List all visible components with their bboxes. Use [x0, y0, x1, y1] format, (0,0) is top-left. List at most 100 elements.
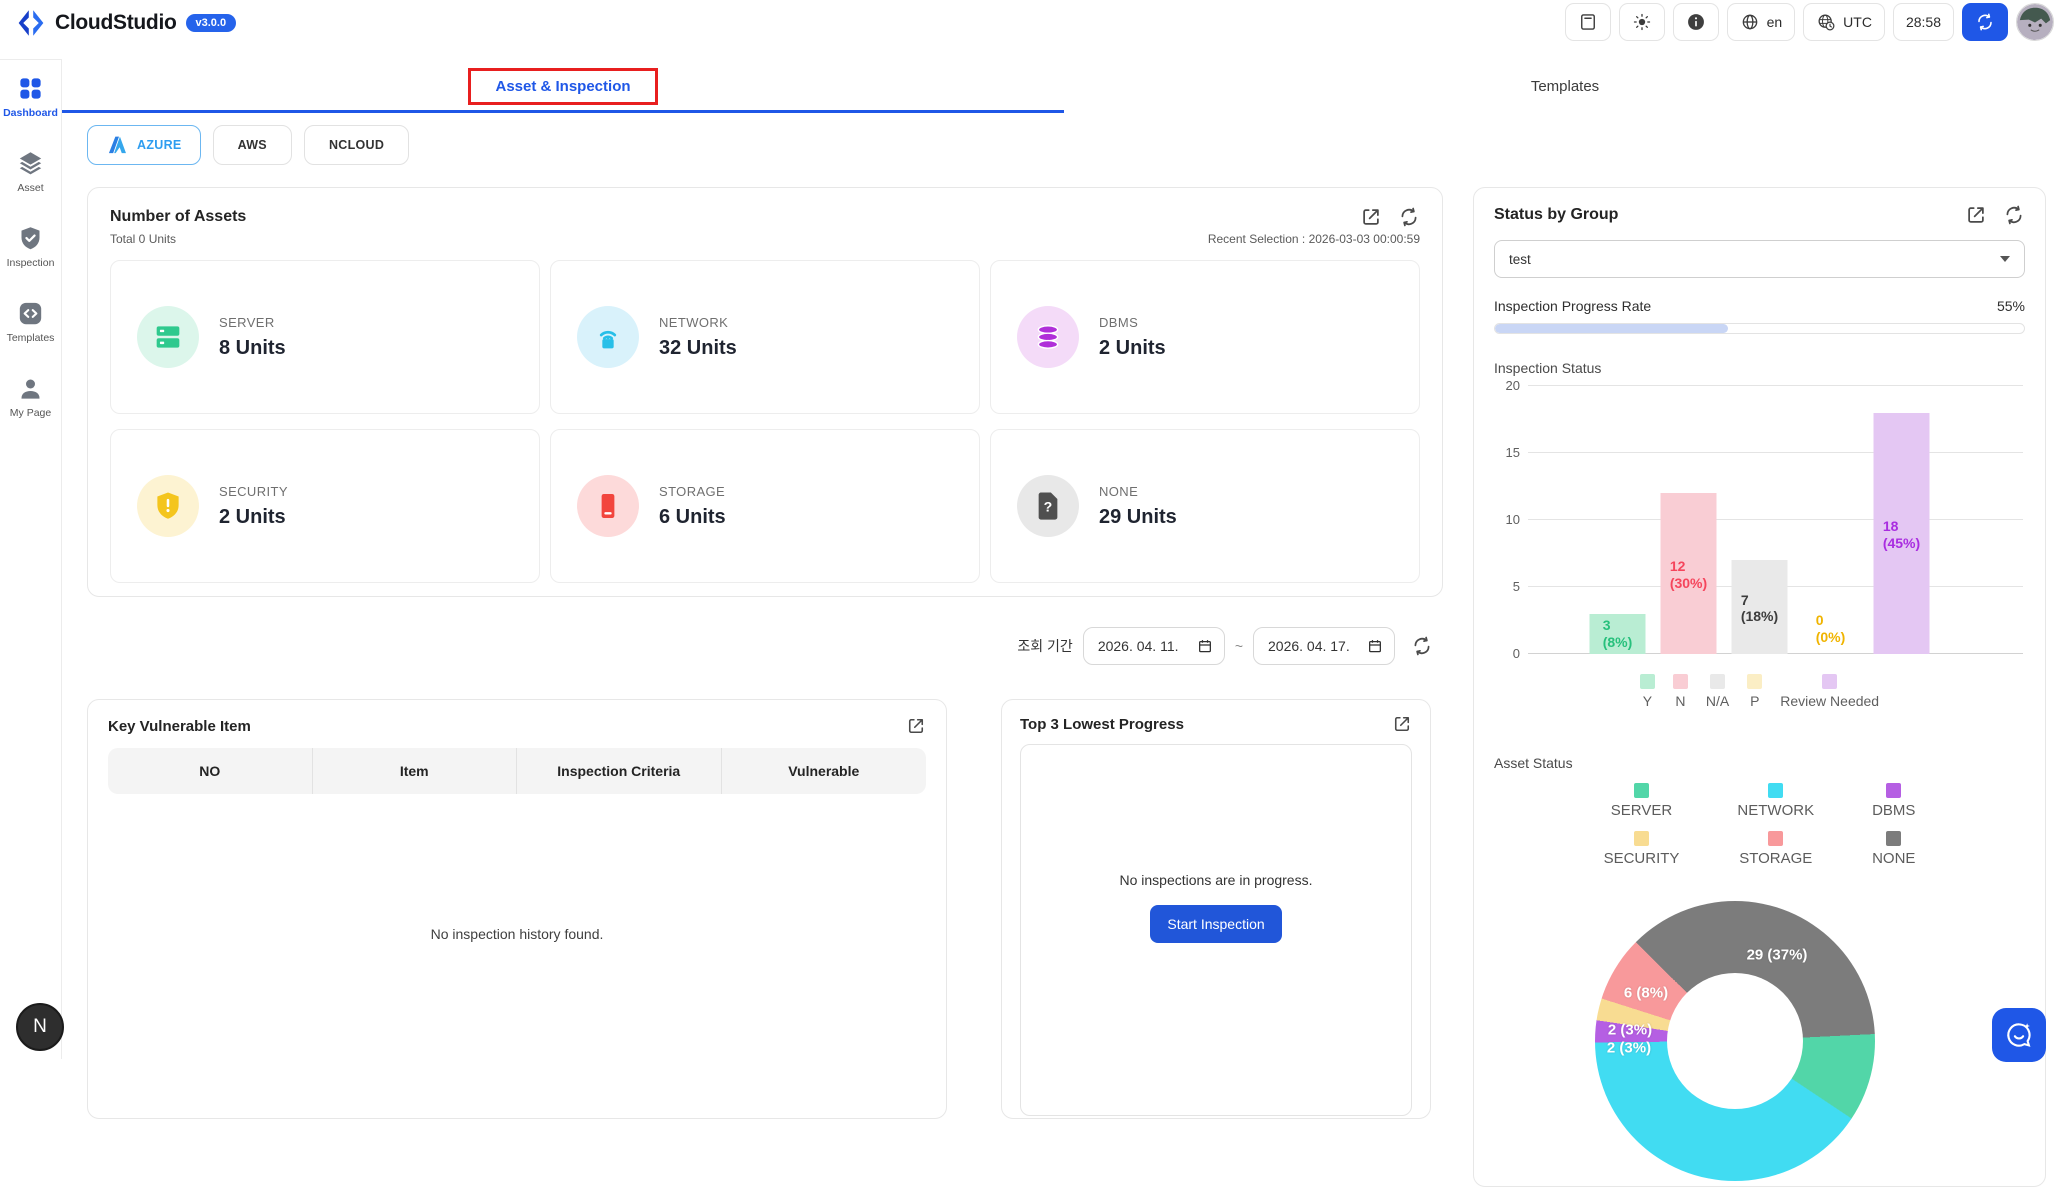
- table-header: NO Item Inspection Criteria Vulnerable: [108, 748, 926, 794]
- asset-unit-count: 2 Units: [219, 505, 286, 528]
- language-button[interactable]: en: [1726, 3, 1796, 41]
- refresh-icon[interactable]: [2003, 204, 2025, 226]
- sidebar-label: My Page: [9, 407, 52, 419]
- group-select[interactable]: test: [1494, 240, 2025, 278]
- sidebar-item-my-page[interactable]: My Page: [0, 375, 61, 419]
- topbar-actions: en UTC 28:58: [1564, 3, 2054, 41]
- bar-p: 0 (0%): [1815, 612, 1846, 646]
- main-content: AZURE AWS NCLOUD Number of Assets Total …: [62, 113, 2066, 1187]
- end-date-input[interactable]: 2026. 04. 17.: [1253, 627, 1395, 665]
- provider-tabs: AZURE AWS NCLOUD: [87, 125, 2046, 165]
- topbar: CloudStudio v3.0.0 en UTC 28:58: [0, 0, 2066, 59]
- storage-icon: [577, 475, 639, 537]
- asset-type-label: DBMS: [1099, 314, 1139, 330]
- theme-button[interactable]: [1618, 3, 1665, 41]
- inspection-progress-fill: [1495, 324, 1728, 333]
- azure-icon: [106, 134, 128, 156]
- asset-unit-count: 32 Units: [659, 336, 737, 359]
- card-title: Key Vulnerable Item: [108, 717, 251, 735]
- dbms-icon: [1017, 306, 1079, 368]
- timezone-button[interactable]: UTC: [1803, 3, 1885, 41]
- progress-empty-box: No inspections are in progress. Start In…: [1020, 744, 1412, 1116]
- status-by-group-card: Status by Group test Inspection Progress…: [1473, 187, 2046, 1187]
- asset-type-label: SERVER: [219, 314, 275, 330]
- asset-status-legend: SERVER NETWORK DBMS SECURITY STORAGE NONE: [1494, 783, 2025, 867]
- inspection-progress-value: 55%: [1996, 298, 2025, 314]
- column-header-inspection-criteria: Inspection Criteria: [517, 748, 722, 794]
- language-label: en: [1766, 14, 1783, 30]
- calendar-icon: [1367, 638, 1383, 654]
- start-inspection-button[interactable]: Start Inspection: [1150, 904, 1282, 943]
- date-filter-row: 조회 기간 2026. 04. 11. ~ 2026. 04. 17.: [87, 627, 1443, 665]
- sidebar-label: Asset: [17, 182, 44, 194]
- person-icon: [17, 375, 44, 402]
- column-header-item: Item: [313, 748, 517, 794]
- manual-button[interactable]: [1564, 3, 1611, 41]
- sidebar: Dashboard Asset Inspection Templates My …: [0, 59, 62, 1059]
- chat-sparkle-icon: [2004, 1020, 2034, 1050]
- brand: CloudStudio v3.0.0: [16, 2, 237, 44]
- globe-icon: [1740, 12, 1760, 32]
- date-separator: ~: [1234, 638, 1243, 654]
- asset-status-label: Asset Status: [1494, 755, 1573, 771]
- asset-cell-network: NETWORK 32 Units: [550, 260, 980, 414]
- provider-ncloud[interactable]: NCLOUD: [303, 125, 410, 165]
- legend-item: N: [1672, 674, 1688, 709]
- brand-name: CloudStudio: [55, 11, 177, 34]
- refresh-icon: [1975, 12, 1995, 32]
- external-link-icon[interactable]: [1360, 206, 1382, 228]
- start-date-input[interactable]: 2026. 04. 11.: [1082, 627, 1225, 665]
- sidebar-item-templates[interactable]: Templates: [0, 300, 61, 344]
- asset-cell-server: SERVER 8 Units: [110, 260, 540, 414]
- tab-asset-inspection[interactable]: Asset & Inspection: [62, 59, 1064, 113]
- empty-state-text: No inspection history found.: [430, 926, 604, 942]
- sun-icon: [1632, 12, 1652, 32]
- inspection-status-label: Inspection Status: [1494, 360, 1602, 376]
- cloudstudio-logo-icon: [16, 8, 46, 38]
- card-title: Status by Group: [1494, 206, 1619, 223]
- avatar[interactable]: [2016, 3, 2054, 41]
- bar-n-a: 7 (18%): [1724, 386, 1795, 654]
- legend-item-dbms: DBMS: [1872, 783, 1915, 819]
- bar-n: 12 (30%): [1653, 386, 1724, 654]
- number-of-assets-card: Number of Assets Total 0 Units Recent Se…: [87, 187, 1443, 597]
- top3-lowest-progress-card: Top 3 Lowest Progress No inspections are…: [1001, 699, 1431, 1119]
- info-icon: [1686, 12, 1706, 32]
- legend-item: Y: [1639, 674, 1655, 709]
- provider-aws[interactable]: AWS: [212, 125, 292, 165]
- tab-templates[interactable]: Templates: [1064, 59, 2066, 113]
- sidebar-label: Inspection: [6, 257, 55, 269]
- inspection-progress-label: Inspection Progress Rate: [1494, 298, 1652, 314]
- external-link-icon[interactable]: [1965, 204, 1987, 226]
- legend-item-none: NONE: [1872, 831, 1915, 867]
- card-title: Number of Assets: [110, 208, 247, 225]
- shield-check-icon: [17, 225, 44, 252]
- notification-fab[interactable]: N: [16, 1003, 64, 1051]
- asset-type-label: NONE: [1099, 483, 1139, 499]
- grid-icon: [17, 75, 44, 102]
- external-link-icon[interactable]: [906, 716, 926, 736]
- sidebar-item-inspection[interactable]: Inspection: [0, 225, 61, 269]
- asset-cell-none: ? NONE 29 Units: [990, 429, 1420, 583]
- asset-cell-storage: STORAGE 6 Units: [550, 429, 980, 583]
- chat-fab[interactable]: [1992, 1008, 2046, 1062]
- external-link-icon[interactable]: [1392, 714, 1412, 734]
- sidebar-label: Dashboard: [3, 107, 58, 119]
- version-badge: v3.0.0: [185, 14, 237, 32]
- legend-item-network: NETWORK: [1737, 783, 1814, 819]
- refresh-icon[interactable]: [1398, 206, 1420, 228]
- donut-label-none: 29 (37%): [1746, 946, 1808, 964]
- donut-label-security: 2 (3%): [1607, 1021, 1653, 1039]
- info-button[interactable]: [1672, 3, 1719, 41]
- session-timer[interactable]: 28:58: [1892, 3, 1954, 41]
- svg-text:?: ?: [1044, 500, 1053, 516]
- refresh-button[interactable]: [1962, 3, 2008, 41]
- date-refresh-icon[interactable]: [1411, 635, 1433, 657]
- sidebar-item-dashboard[interactable]: Dashboard: [0, 75, 61, 119]
- provider-azure[interactable]: AZURE: [87, 125, 201, 165]
- sidebar-item-asset[interactable]: Asset: [0, 150, 61, 194]
- network-icon: [577, 306, 639, 368]
- legend-item-security: SECURITY: [1604, 831, 1679, 867]
- recent-selection: Recent Selection : 2026-03-03 00:00:59: [1207, 232, 1420, 246]
- legend-item: Review Needed: [1780, 674, 1879, 709]
